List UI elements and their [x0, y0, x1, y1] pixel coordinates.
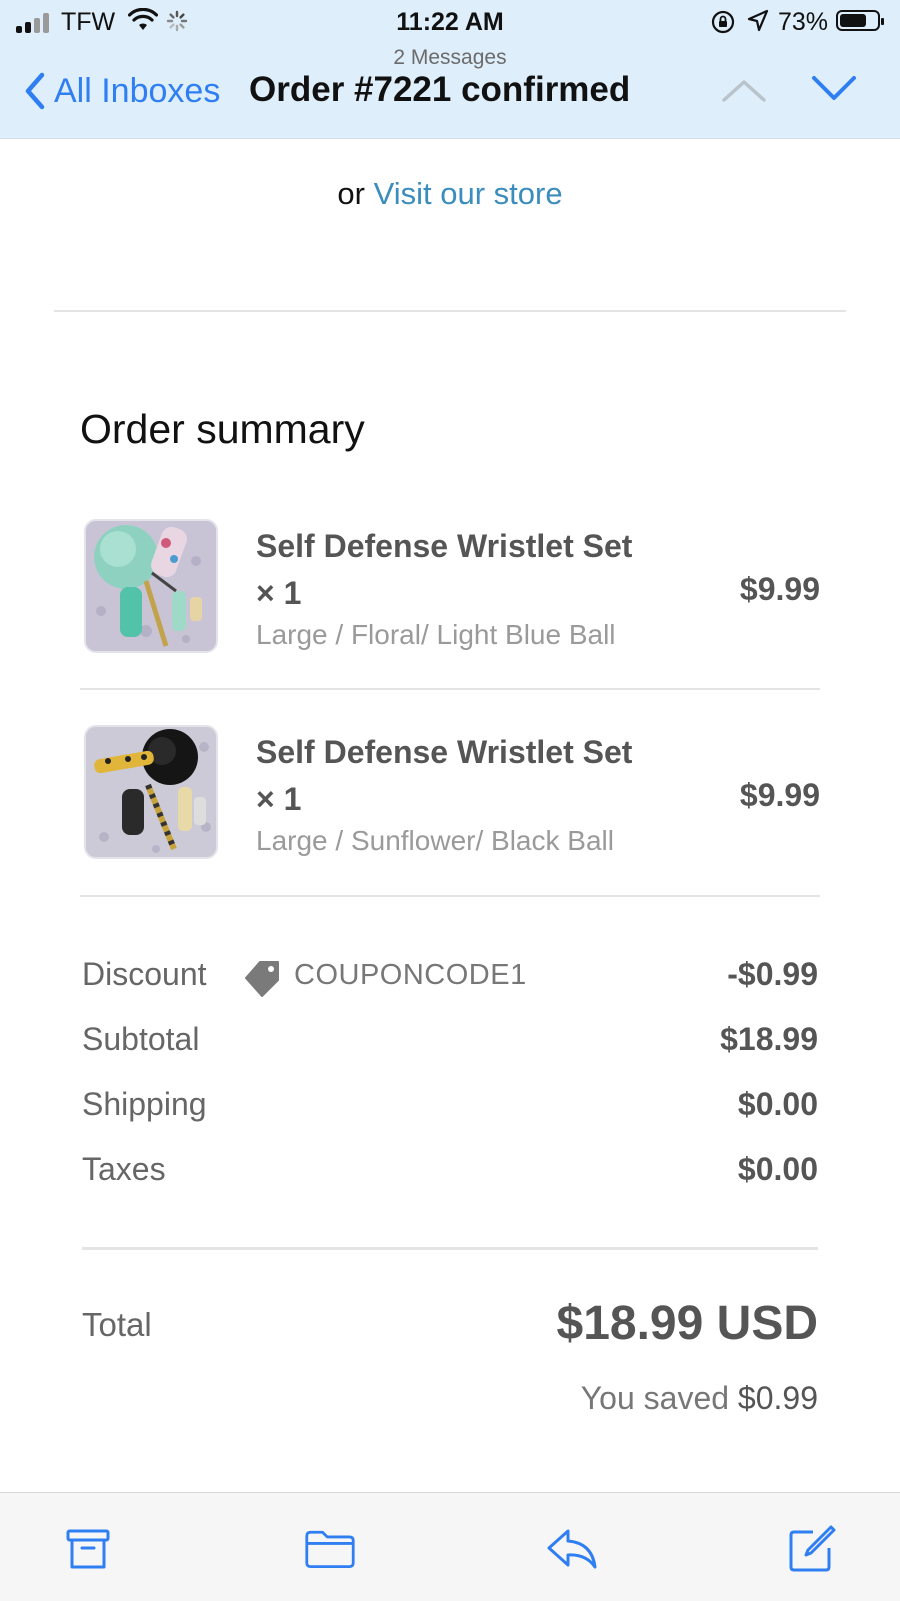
shipping-label: Shipping [82, 1086, 207, 1122]
subtotal-row: Subtotal $18.99 [82, 1021, 818, 1065]
reply-icon [547, 1529, 597, 1569]
item-price: $9.99 [739, 571, 820, 607]
orientation-lock-icon [711, 10, 735, 34]
total-label: Total [82, 1306, 152, 1343]
back-label: All Inboxes [54, 71, 221, 110]
item-name: Self Defense Wristlet Set × 1 [256, 734, 633, 817]
location-arrow-icon [747, 9, 769, 32]
compose-icon [789, 1525, 836, 1572]
order-summary-title: Order summary [80, 406, 365, 452]
product-image [84, 725, 218, 859]
email-header: TFW 11:22 AM 73% 2 Messages All Inboxes … [0, 0, 900, 139]
tag-icon [245, 961, 279, 997]
total-value: $18.99 USD [556, 1297, 819, 1350]
archive-icon [66, 1529, 110, 1569]
discount-label: Discount [82, 956, 207, 992]
item-variant: Large / Sunflower/ Black Ball [256, 825, 614, 856]
divider [80, 895, 820, 897]
savings-note: You saved $0.99 [581, 1380, 818, 1417]
product-image [84, 519, 218, 653]
shipping-row: Shipping $0.00 [82, 1086, 818, 1130]
battery-icon [836, 10, 884, 31]
chevron-left-icon [25, 72, 45, 110]
order-item: Self Defense Wristlet Set × 1 Large / Fl… [84, 519, 820, 659]
savings-prefix: You saved [580, 1380, 730, 1416]
subtotal-label: Subtotal [82, 1021, 200, 1057]
discount-row: Discount COUPONCODE1 -$0.99 [82, 956, 818, 1000]
divider [82, 1247, 818, 1250]
taxes-row: Taxes $0.00 [82, 1151, 818, 1195]
back-button[interactable]: All Inboxes [24, 66, 220, 116]
taxes-value: $0.00 [737, 1151, 818, 1187]
email-subject: Order #7221 confirmed [249, 70, 631, 109]
item-variant: Large / Floral/ Light Blue Ball [256, 619, 616, 650]
order-item: Self Defense Wristlet Set × 1 Large / Su… [84, 725, 820, 865]
divider [54, 310, 846, 312]
item-price: $9.99 [739, 777, 820, 813]
discount-value: -$0.99 [727, 956, 818, 992]
taxes-label: Taxes [82, 1151, 166, 1187]
visit-store-link[interactable]: Visit our store [374, 176, 563, 211]
archive-button[interactable] [62, 1523, 114, 1575]
reply-button[interactable] [546, 1523, 598, 1575]
shipping-value: $0.00 [737, 1086, 818, 1122]
divider [80, 688, 820, 690]
compose-button[interactable] [786, 1523, 838, 1575]
visit-store-line: or Visit our store [0, 176, 900, 212]
previous-message-button[interactable] [720, 76, 768, 104]
battery-percentage: 73% [778, 8, 829, 36]
folder-icon [305, 1530, 355, 1569]
move-to-folder-button[interactable] [304, 1523, 356, 1575]
subtotal-value: $18.99 [720, 1021, 818, 1057]
bottom-toolbar [0, 1492, 900, 1601]
item-name: Self Defense Wristlet Set × 1 [256, 528, 633, 611]
next-message-button[interactable] [810, 72, 858, 106]
status-bar: TFW 11:22 AM 73% [0, 0, 900, 44]
store-prefix: or [337, 176, 365, 211]
savings-amount: $0.99 [737, 1380, 818, 1416]
coupon-code: COUPONCODE1 [294, 959, 527, 991]
